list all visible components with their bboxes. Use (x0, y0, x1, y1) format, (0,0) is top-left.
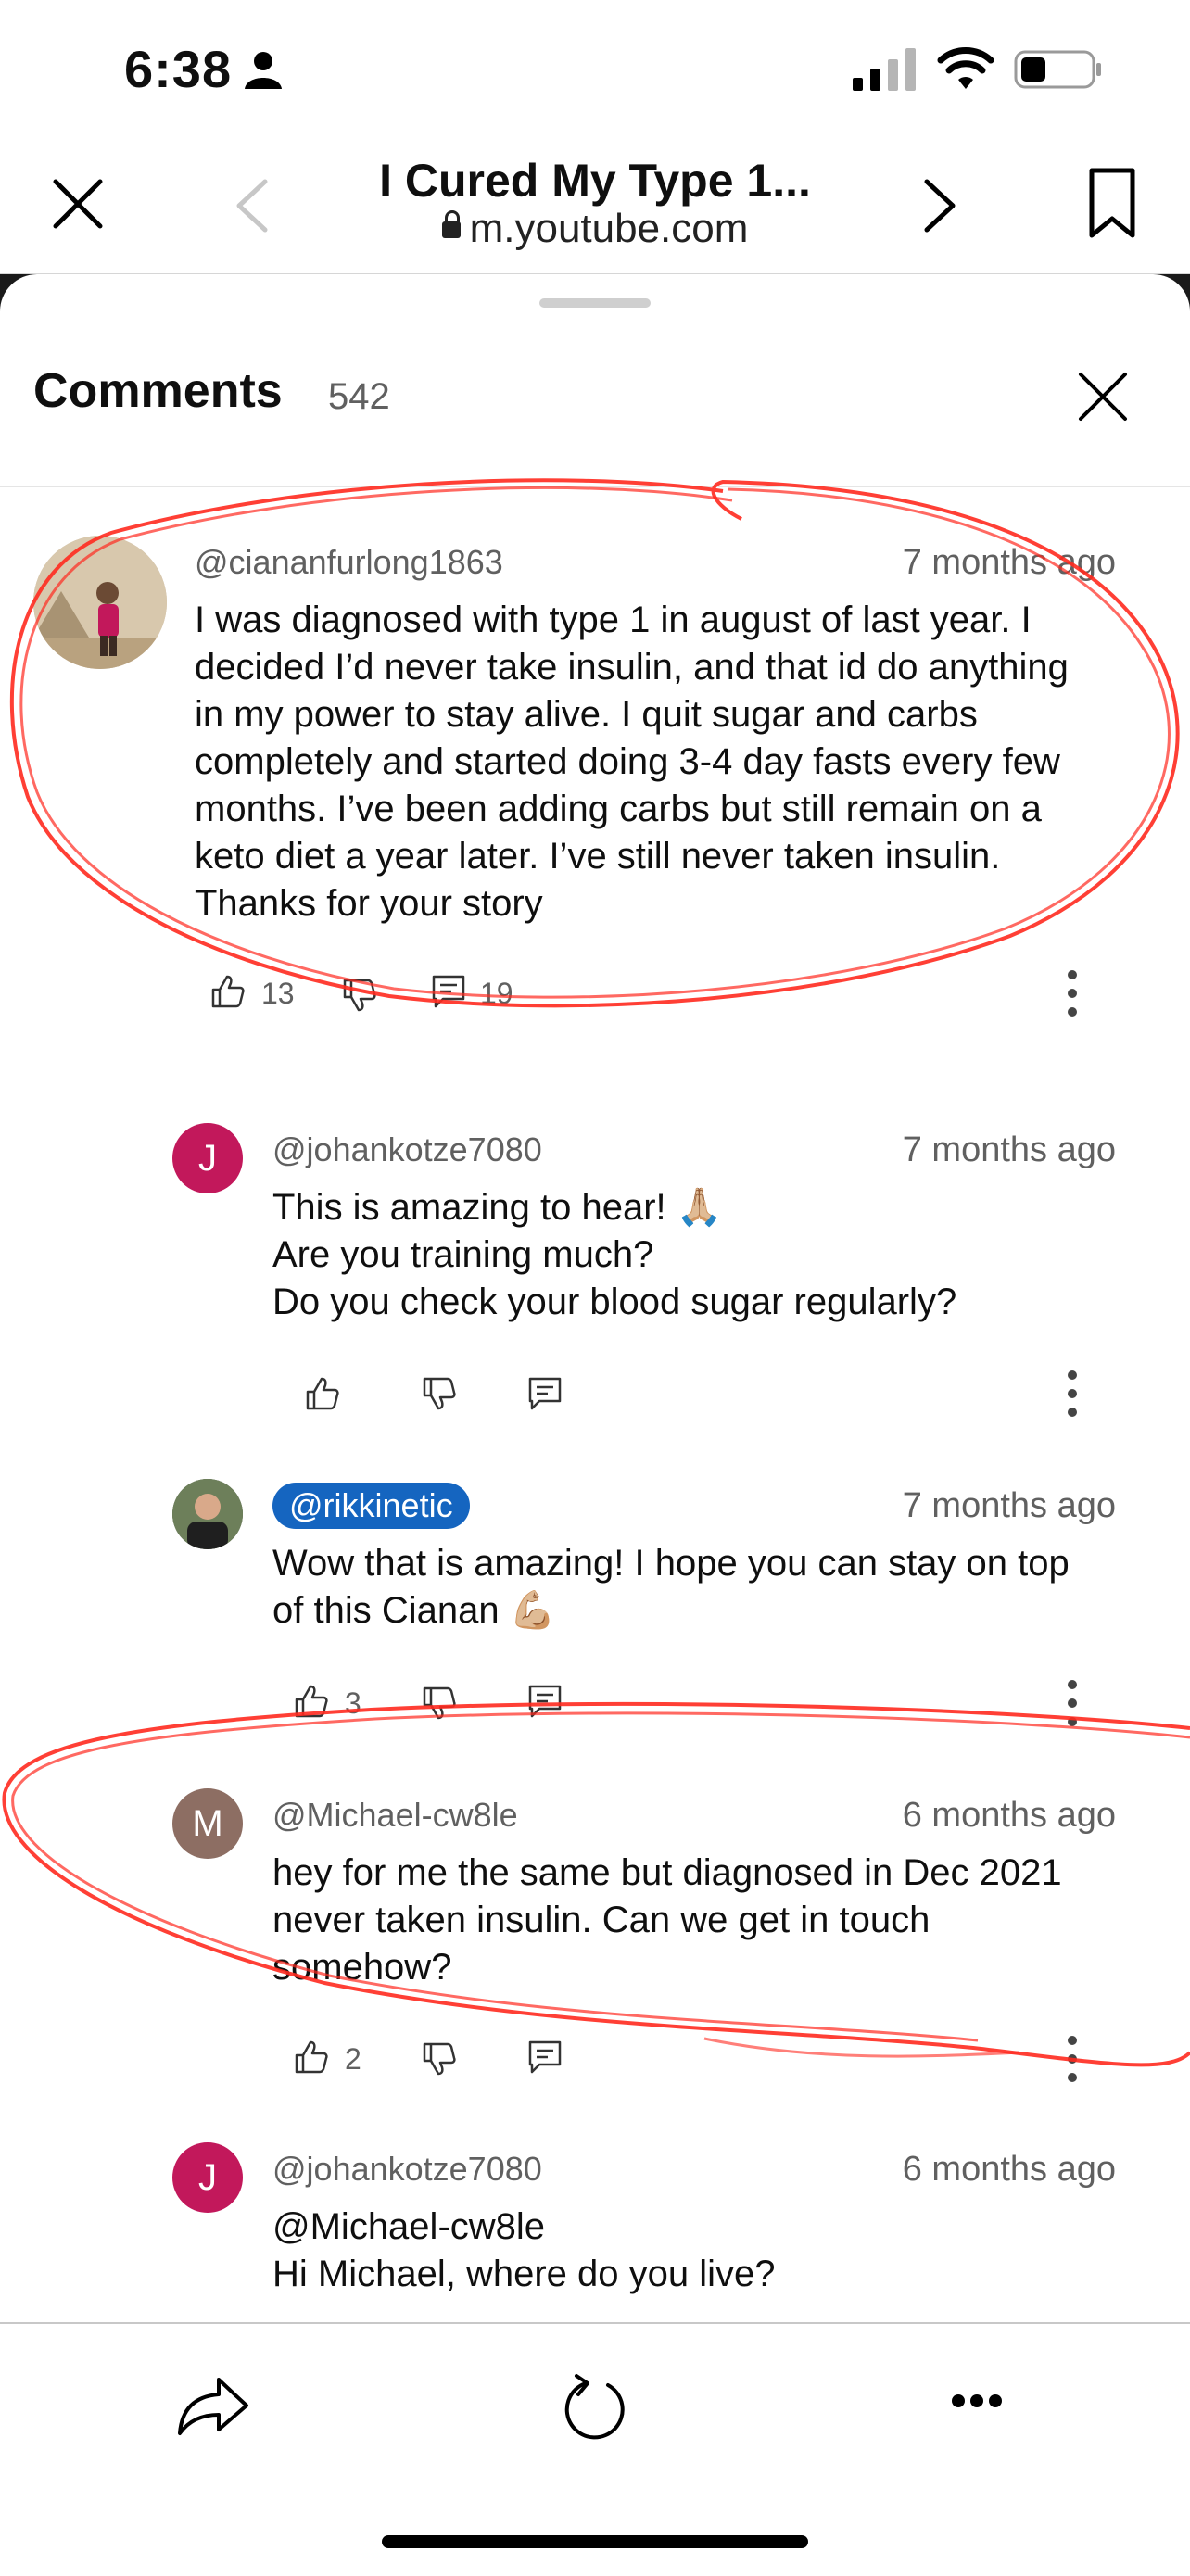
more-horizontal-icon[interactable] (951, 2393, 1003, 2409)
chevron-right-icon[interactable] (919, 176, 960, 235)
more-options-icon[interactable] (1066, 2035, 1079, 2083)
thumbs-down-icon[interactable] (421, 1685, 458, 1722)
status-time: 6:38 (124, 40, 233, 98)
comment-author[interactable]: @johankotze7080 (272, 2150, 542, 2189)
chevron-left-icon[interactable] (232, 176, 272, 235)
comment-author[interactable]: @Michael-cw8le (272, 1796, 518, 1835)
reply-icon[interactable] (526, 1683, 563, 1720)
comment-text: hey for me the same but diagnosed in Dec… (272, 1852, 1062, 1988)
comment-time: 7 months ago (902, 1486, 1116, 1525)
avatar[interactable] (33, 536, 167, 669)
like-count: 2 (345, 2042, 361, 2076)
comment-time: 6 months ago (902, 2150, 1116, 2189)
drag-handle[interactable] (539, 298, 651, 308)
reply-icon[interactable] (430, 973, 467, 1010)
thumbs-up-icon[interactable] (304, 1375, 341, 1412)
url-bar[interactable]: m.youtube.com (278, 206, 912, 252)
more-options-icon[interactable] (1066, 969, 1079, 1017)
avatar-photo-icon (172, 1479, 243, 1549)
comment-time: 7 months ago (902, 1130, 1116, 1169)
comment-text: I was diagnosed with type 1 in august of… (195, 600, 1069, 924)
close-comments-icon[interactable] (1073, 367, 1133, 426)
avatar[interactable] (172, 1479, 243, 1549)
bookmark-icon[interactable] (1084, 167, 1140, 241)
comment-time: 6 months ago (902, 1796, 1116, 1835)
status-bar: 6:38 (0, 0, 1190, 139)
comment-author[interactable]: @ciananfurlong1863 (195, 543, 503, 582)
more-options-icon[interactable] (1066, 1370, 1079, 1418)
lock-icon (441, 210, 461, 238)
thumbs-up-icon[interactable] (293, 1683, 330, 1720)
avatar[interactable]: J (172, 2142, 243, 2213)
avatar[interactable]: M (172, 1788, 243, 1859)
comments-title: Comments (33, 364, 283, 418)
page-title: I Cured My Type 1... (379, 155, 811, 207)
cellular-signal-icon (853, 48, 916, 91)
url-text: m.youtube.com (469, 206, 749, 251)
comments-count: 542 (328, 376, 390, 417)
comment-text: @Michael-cw8le Hi Michael, where do you … (272, 2206, 776, 2294)
thumbs-down-icon[interactable] (341, 977, 378, 1014)
share-icon[interactable] (176, 2372, 250, 2437)
divider (0, 486, 1190, 487)
more-options-icon[interactable] (1066, 1679, 1079, 1727)
close-icon[interactable] (48, 174, 108, 234)
like-count: 3 (345, 1686, 361, 1720)
home-indicator (382, 2535, 808, 2548)
avatar[interactable]: J (172, 1123, 243, 1193)
reply-icon[interactable] (526, 1375, 563, 1412)
thumbs-down-icon[interactable] (421, 2040, 458, 2077)
thumbs-up-icon[interactable] (209, 973, 247, 1010)
comment-text: Wow that is amazing! I hope you can stay… (272, 1543, 1070, 1631)
comment-text: This is amazing to hear! 🙏🏼 Are you trai… (272, 1187, 957, 1322)
avatar-letter: M (192, 1802, 223, 1844)
battery-icon (1014, 50, 1101, 89)
reply-icon[interactable] (526, 2039, 563, 2076)
avatar-letter: J (198, 2156, 217, 2198)
person-icon (245, 52, 282, 89)
avatar-photo-icon (33, 536, 167, 669)
comment-author-mention[interactable]: @rikkinetic (272, 1483, 470, 1529)
comment-author[interactable]: @johankotze7080 (272, 1130, 542, 1169)
wifi-icon (937, 47, 994, 89)
thumbs-down-icon[interactable] (421, 1375, 458, 1412)
thumbs-up-icon[interactable] (293, 2039, 330, 2076)
reply-count: 19 (480, 977, 513, 1010)
comment-time: 7 months ago (902, 543, 1116, 582)
like-count: 13 (261, 977, 295, 1010)
avatar-letter: J (198, 1137, 217, 1179)
reload-icon[interactable] (560, 2372, 630, 2443)
